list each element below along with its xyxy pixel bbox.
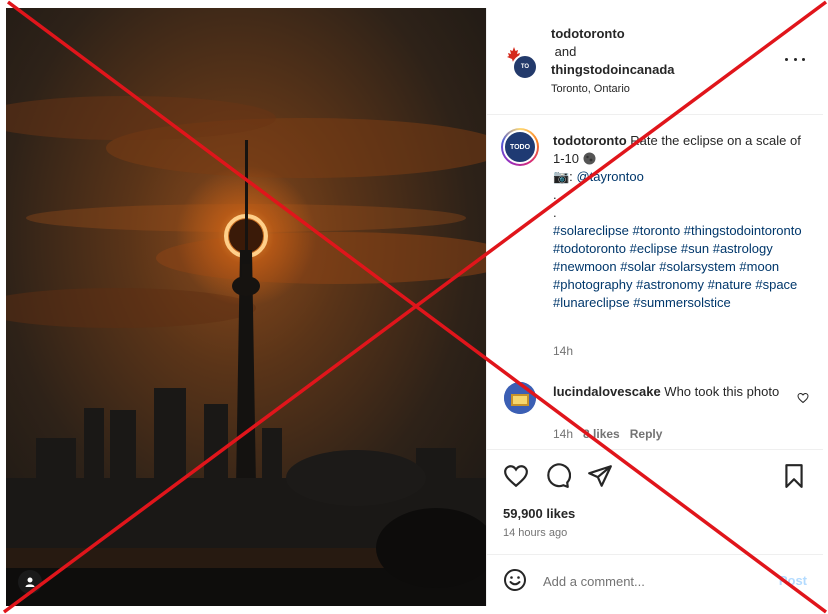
comment-avatar[interactable] xyxy=(504,382,536,414)
header-username-2[interactable]: thingstodoincanada xyxy=(551,61,675,79)
heart-icon xyxy=(797,392,809,404)
more-options-button[interactable] xyxy=(785,52,805,66)
user-icon xyxy=(25,577,35,587)
caption-username[interactable]: todotoronto xyxy=(553,133,627,148)
caption-time[interactable]: 14h xyxy=(553,344,573,358)
tagged-user-button[interactable] xyxy=(18,570,42,594)
add-comment-bar: Post xyxy=(487,554,823,606)
save-button[interactable] xyxy=(781,463,807,489)
location-link[interactable]: Toronto, Ontario xyxy=(551,80,675,98)
eclipse-skyline-image xyxy=(6,8,486,606)
moon-emoji-icon xyxy=(583,152,596,165)
comment-body: lucindalovescake Who took this photo xyxy=(553,383,783,401)
photo-credit-link[interactable]: @tayrontoo xyxy=(576,169,643,184)
post-caption: todotoronto Rate the eclipse on a scale … xyxy=(553,133,802,310)
more-dots-icon xyxy=(785,57,788,61)
comments-section: TODO todotoronto Rate the eclipse on a s… xyxy=(487,116,823,448)
bookmark-icon xyxy=(785,464,803,488)
paper-plane-icon xyxy=(588,465,612,487)
header-accounts: todotoronto and thingstodoincanada Toron… xyxy=(551,25,675,98)
post-actions: 59,900 likes 14 hours ago xyxy=(487,449,823,553)
caption-avatar[interactable]: TODO xyxy=(501,128,539,166)
smiley-icon xyxy=(504,569,526,591)
comment-reply-button[interactable]: Reply xyxy=(630,427,663,441)
post-timestamp[interactable]: 14 hours ago xyxy=(503,527,567,539)
like-comment-button[interactable] xyxy=(797,391,809,409)
share-button[interactable] xyxy=(587,463,613,489)
action-buttons xyxy=(503,463,613,489)
likes-count[interactable]: 59,900 likes xyxy=(503,506,575,521)
header-username-1[interactable]: todotoronto xyxy=(551,25,675,43)
post-header: TO todotoronto and thingstodoincanada To… xyxy=(487,8,823,115)
comment-input[interactable] xyxy=(543,569,763,593)
post-photo[interactable] xyxy=(6,8,486,606)
comment-text: Who took this photo xyxy=(664,384,780,399)
profile-picture xyxy=(504,382,536,414)
camera-emoji: 📷: xyxy=(553,169,573,184)
heart-icon xyxy=(504,465,528,488)
header-and: and xyxy=(554,44,577,59)
comment-meta: 14h 8 likes Reply xyxy=(553,427,662,441)
like-button[interactable] xyxy=(503,463,529,489)
post-comment-button[interactable]: Post xyxy=(779,573,807,588)
comment-button[interactable] xyxy=(545,463,572,489)
emoji-button[interactable] xyxy=(503,568,529,594)
caption-hashtags[interactable]: #solareclipse #toronto #thingstodointoro… xyxy=(553,223,802,310)
comment-username[interactable]: lucindalovescake xyxy=(553,384,661,399)
avatar-thingstodoincanada[interactable]: TO xyxy=(512,54,538,80)
comment-time[interactable]: 14h xyxy=(553,427,573,441)
post-side-panel: TO todotoronto and thingstodoincanada To… xyxy=(486,8,823,606)
comment-bubble-icon xyxy=(547,463,572,488)
comment-likes[interactable]: 8 likes xyxy=(583,427,620,441)
instagram-post: TO todotoronto and thingstodoincanada To… xyxy=(0,0,828,614)
